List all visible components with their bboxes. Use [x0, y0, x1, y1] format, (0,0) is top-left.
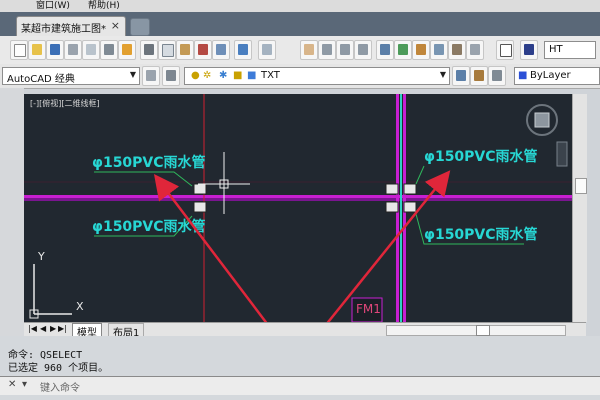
chevron-down-icon[interactable]: ▾ — [22, 379, 27, 390]
close-icon[interactable]: ✕ — [8, 379, 16, 390]
vertical-scrollbar[interactable] — [572, 94, 587, 322]
last-tab-icon[interactable]: ▶| — [58, 324, 67, 333]
layout-tab-bar: |◀ ◀ ▶ ▶| 模型 布局1 — [24, 322, 586, 340]
horizontal-scroll-thumb[interactable] — [476, 325, 490, 336]
command-line[interactable]: ✕ ▾ 键入命令 — [0, 376, 600, 395]
vertical-scroll-thumb[interactable] — [575, 178, 587, 194]
next-tab-icon[interactable]: ▶ — [50, 324, 56, 333]
command-input-placeholder[interactable]: 键入命令 — [40, 379, 80, 394]
command-history-line: 已选定 960 个项目。 — [8, 363, 109, 374]
prev-tab-icon[interactable]: ◀ — [40, 324, 46, 333]
first-tab-icon[interactable]: |◀ — [28, 324, 37, 333]
